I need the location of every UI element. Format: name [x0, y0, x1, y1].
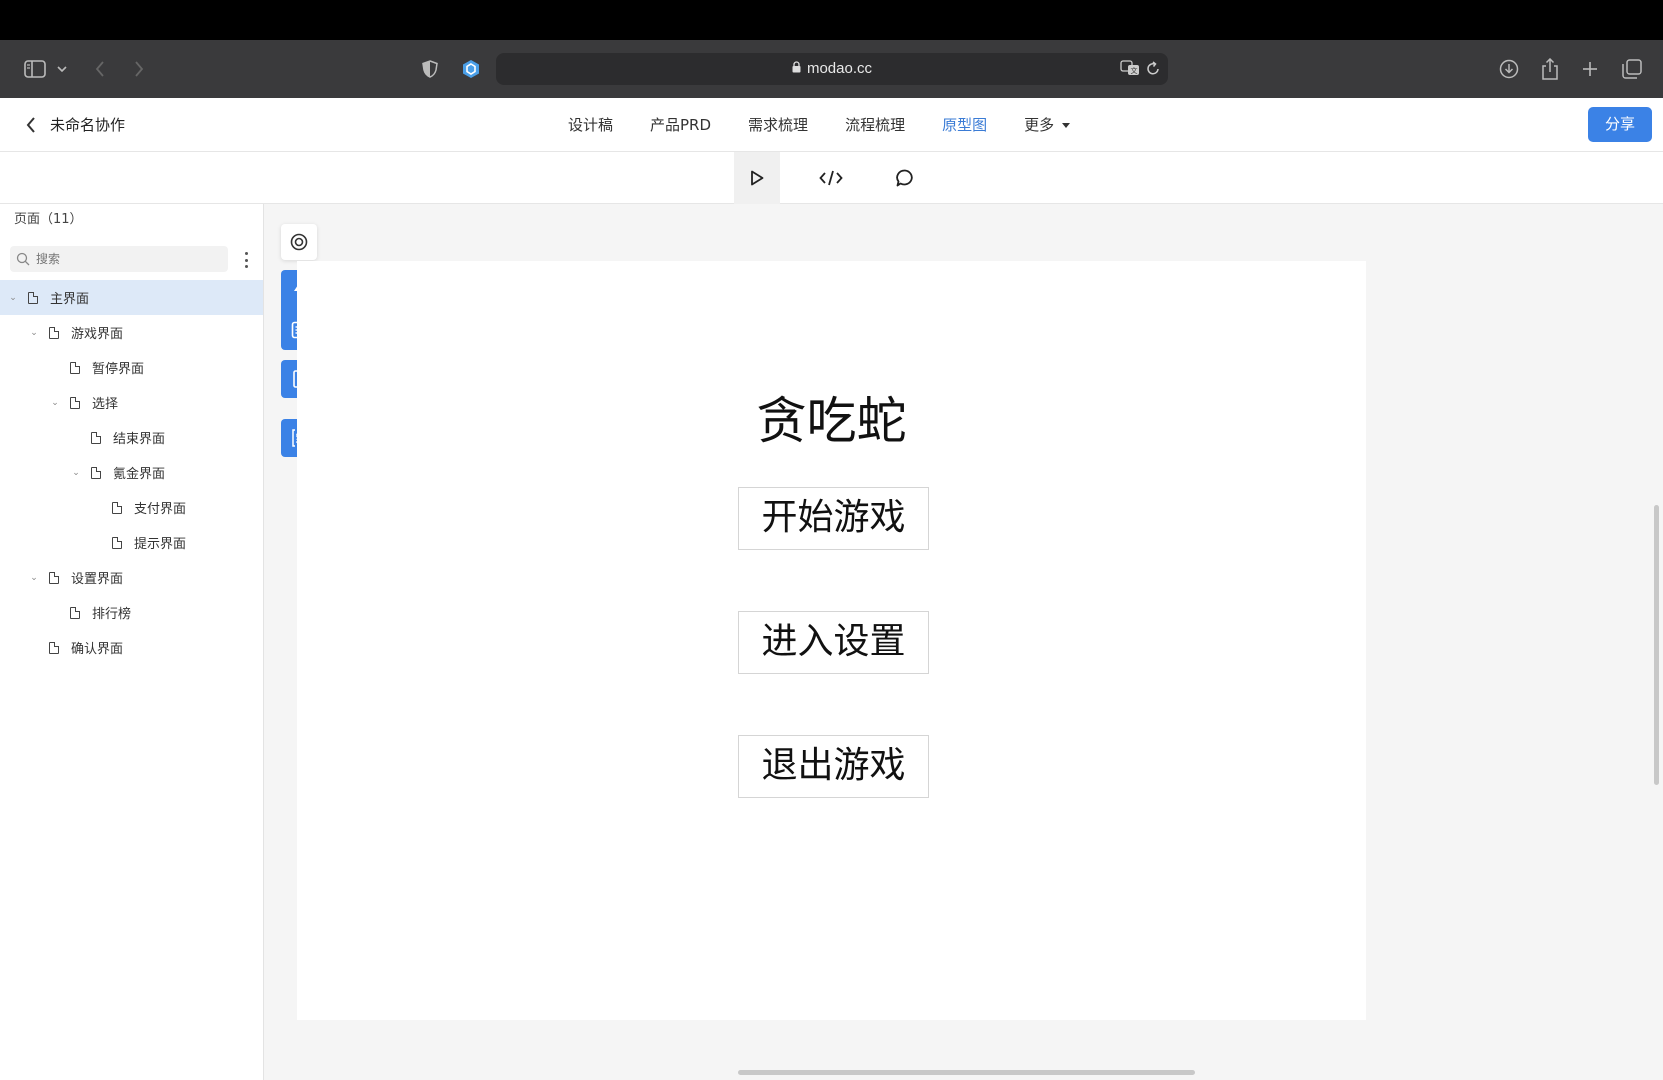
extension-icon[interactable]: [460, 40, 482, 98]
svg-text:文: 文: [1131, 66, 1138, 75]
share-button[interactable]: 分享: [1588, 107, 1652, 142]
code-icon[interactable]: [808, 152, 854, 204]
page-item-pause[interactable]: 暂停界面: [0, 350, 263, 385]
page-item-label: 排行榜: [92, 607, 132, 622]
page-file-icon: [91, 431, 101, 444]
chevron-down-icon[interactable]: ⌄: [48, 398, 62, 408]
comment-icon[interactable]: [882, 152, 928, 204]
caret-down-icon: [1062, 123, 1071, 128]
page-file-icon: [70, 606, 80, 619]
page-item-tip[interactable]: 提示界面: [0, 525, 263, 560]
page-item-end[interactable]: 结束界面: [0, 420, 263, 455]
artboard-main-screen: 贪吃蛇 开始游戏 进入设置 退出游戏: [297, 261, 1366, 1020]
page-item-label: 主界面: [50, 292, 90, 307]
page-file-icon: [70, 361, 80, 374]
page-item-leaderboard[interactable]: 排行榜: [0, 595, 263, 630]
tab-requirements[interactable]: 需求梳理: [748, 98, 808, 152]
url-text: modao.cc: [806, 60, 873, 77]
page-file-icon: [91, 466, 101, 479]
search-input[interactable]: [36, 246, 222, 272]
exit-game-button[interactable]: 退出游戏: [738, 735, 929, 798]
page-item-confirm[interactable]: 确认界面: [0, 630, 263, 665]
page-item-label: 游戏界面: [71, 327, 124, 342]
horizontal-scrollbar[interactable]: [738, 1070, 1195, 1075]
page-item-label: 提示界面: [134, 537, 187, 552]
back-arrow-icon[interactable]: [18, 112, 44, 138]
page-item-label: 设置界面: [71, 572, 124, 587]
page-item-settings[interactable]: ⌄ 设置界面: [0, 560, 263, 595]
chevron-down-icon[interactable]: [54, 40, 70, 98]
download-icon[interactable]: [1497, 40, 1521, 98]
address-bar[interactable]: modao.cc 文: [496, 53, 1168, 85]
page-file-icon: [112, 501, 122, 514]
chevron-down-icon[interactable]: ⌄: [69, 468, 83, 478]
game-title: 贪吃蛇: [756, 392, 907, 450]
lock-icon: [792, 53, 801, 85]
page-item-label: 支付界面: [134, 502, 187, 517]
share-sheet-icon[interactable]: [1538, 40, 1562, 98]
page-item-label: 氪金界面: [113, 467, 166, 482]
vertical-scrollbar[interactable]: [1654, 505, 1659, 785]
top-bezel: [0, 0, 1663, 40]
play-icon[interactable]: [734, 152, 780, 204]
back-nav-icon[interactable]: [90, 40, 110, 98]
page-file-icon: [28, 291, 38, 304]
page-search[interactable]: [10, 246, 228, 272]
chevron-down-icon[interactable]: ⌄: [6, 293, 20, 303]
page-item-main[interactable]: ⌄ 主界面: [0, 280, 263, 315]
page-file-icon: [49, 641, 59, 654]
page-item-select[interactable]: ⌄ 选择: [0, 385, 263, 420]
tab-more[interactable]: 更多: [1024, 98, 1071, 152]
page-item-game[interactable]: ⌄ 游戏界面: [0, 315, 263, 350]
forward-nav-icon[interactable]: [129, 40, 149, 98]
page-item-label: 暂停界面: [92, 362, 145, 377]
page-file-icon: [70, 396, 80, 409]
main-tabs: 设计稿 产品PRD 需求梳理 流程梳理 原型图 更多: [568, 98, 1107, 152]
chevron-down-icon[interactable]: ⌄: [27, 573, 41, 583]
pages-header: 页面（11）: [14, 212, 83, 227]
target-icon[interactable]: [281, 224, 317, 260]
reload-icon[interactable]: [1146, 61, 1160, 80]
tab-overview-icon[interactable]: [1620, 40, 1644, 98]
tab-design[interactable]: 设计稿: [568, 98, 613, 152]
browser-toolbar: modao.cc 文: [0, 40, 1663, 98]
shield-icon[interactable]: [419, 40, 441, 98]
translate-icon[interactable]: 文: [1120, 60, 1140, 80]
chevron-down-icon[interactable]: ⌄: [27, 328, 41, 338]
tab-prd[interactable]: 产品PRD: [650, 98, 711, 152]
page-item-purchase[interactable]: ⌄ 氪金界面: [0, 455, 263, 490]
page-item-label: 选择: [92, 397, 119, 412]
prototype-toolbar: [0, 152, 1663, 204]
tab-prototype[interactable]: 原型图: [942, 98, 987, 152]
pages-sidebar: 页面（11） ⌄ 主界面 ⌄ 游戏界面 暂停界面 ⌄ 选择 结束界面 ⌄ 氪金界面 支付…: [0, 204, 264, 1080]
more-options-icon[interactable]: [240, 250, 252, 270]
page-item-label: 结束界面: [113, 432, 166, 447]
app-header: 未命名协作 设计稿 产品PRD 需求梳理 流程梳理 原型图 更多 分享: [0, 98, 1663, 152]
page-item-payment[interactable]: 支付界面: [0, 490, 263, 525]
document-title[interactable]: 未命名协作: [50, 98, 125, 152]
page-item-label: 确认界面: [71, 642, 124, 657]
page-file-icon: [49, 326, 59, 339]
search-icon: [16, 251, 30, 270]
start-game-button[interactable]: 开始游戏: [738, 487, 929, 550]
enter-settings-button[interactable]: 进入设置: [738, 611, 929, 674]
page-file-icon: [112, 536, 122, 549]
sidebar-toggle-icon[interactable]: [20, 40, 50, 98]
new-tab-icon[interactable]: [1579, 40, 1601, 98]
page-file-icon: [49, 571, 59, 584]
tab-more-label: 更多: [1024, 116, 1055, 134]
page-tree: ⌄ 主界面 ⌄ 游戏界面 暂停界面 ⌄ 选择 结束界面 ⌄ 氪金界面 支付界面 提示界面…: [0, 280, 263, 665]
tab-flow[interactable]: 流程梳理: [845, 98, 905, 152]
